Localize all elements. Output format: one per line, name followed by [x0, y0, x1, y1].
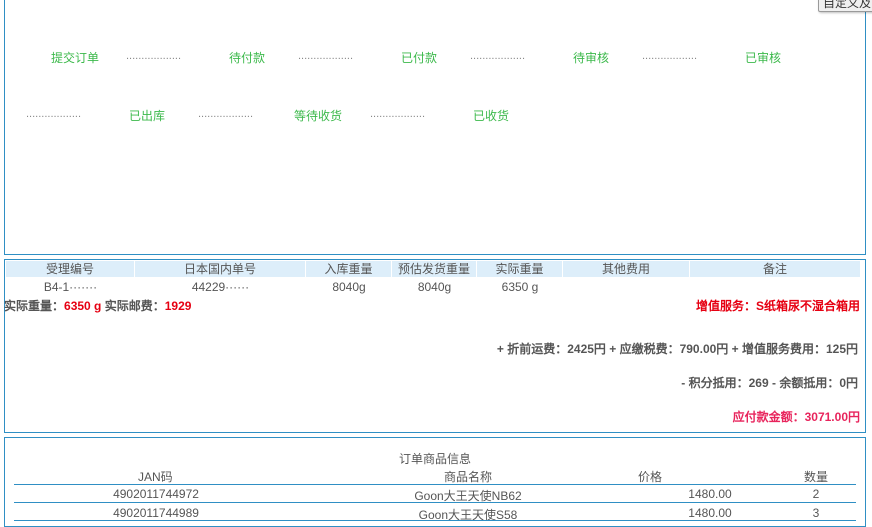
goods-qty: 3 [812, 506, 820, 520]
step-paid: 已付款 [401, 51, 438, 65]
cell-other-fees [563, 279, 690, 295]
goods-jan: 4902011744972 [113, 487, 199, 501]
goods-jan: 4902011744989 [113, 506, 199, 520]
step-received: 已收货 [473, 109, 510, 123]
goods-divider [14, 520, 856, 521]
payable-amount: 应付款金额：3071.00円 [732, 410, 860, 424]
step-separator: .................. [642, 50, 698, 62]
goods-title: 订单商品信息 [398, 452, 471, 466]
cell-estimated-weight: 8040g [417, 280, 452, 294]
goods-price: 1480.00 [688, 506, 732, 520]
cell-japan-tracking-no: 44229······ [191, 280, 250, 294]
cell-acceptance-no: B4-1······· [43, 280, 98, 294]
col-header-actual-weight: 实际重量 [477, 261, 563, 277]
actual-weight-postage: 实际重量：6350 g 实际邮费：1929 [4, 297, 191, 314]
actual-postage-value: 1929 [164, 299, 192, 313]
step-awaiting-receipt: 等待收货 [294, 109, 343, 123]
cell-actual-weight: 6350 g [501, 280, 539, 294]
step-separator: .................. [198, 108, 254, 120]
step-separator: .................. [470, 50, 526, 62]
custom-tooltip: 自定义及 [818, 0, 872, 12]
step-separator: .................. [370, 108, 426, 120]
step-separator: .................. [298, 50, 354, 62]
value-added-service: 增值服务：S纸箱尿不湿合箱用 [695, 299, 860, 313]
col-header-japan-tracking-no: 日本国内单号 [135, 261, 306, 277]
cell-inbound-weight: 8040g [332, 280, 366, 294]
goods-divider [14, 502, 856, 503]
step-shipped-out: 已出库 [129, 109, 166, 123]
col-header-estimated-weight: 预估发货重量 [392, 261, 477, 277]
goods-header-price: 价格 [638, 470, 663, 484]
goods-divider [14, 484, 856, 485]
order-status-panel [4, 0, 866, 255]
step-separator: .................. [26, 108, 82, 120]
col-header-remarks: 备注 [762, 262, 787, 276]
goods-header-name: 商品名称 [444, 470, 493, 484]
deduction-breakdown: - 积分抵用：269 - 余额抵用：0円 [681, 376, 858, 390]
actual-weight-value: 6350 g [64, 299, 102, 313]
actual-postage-label: 实际邮费： [104, 299, 165, 313]
goods-header-jan: JAN码 [138, 470, 173, 484]
goods-price: 1480.00 [688, 487, 732, 501]
col-header-inbound-weight: 入库重量 [306, 261, 392, 277]
cell-remarks [690, 279, 860, 295]
col-header-other-fees: 其他费用 [563, 261, 690, 277]
fee-breakdown: + 折前运费：2425円 + 应缴税费：790.00円 + 增值服务费用：125… [496, 342, 858, 356]
step-pending-payment: 待付款 [229, 51, 266, 65]
col-header-acceptance-no: 受理编号 [6, 261, 135, 277]
step-separator: .................. [126, 50, 182, 62]
actual-weight-label: 实际重量： [4, 299, 65, 313]
step-pending-review: 待审核 [573, 51, 610, 65]
goods-qty: 2 [812, 487, 820, 501]
goods-header-qty: 数量 [804, 470, 829, 484]
step-submit-order: 提交订单 [51, 51, 100, 65]
step-reviewed: 已审核 [745, 51, 782, 65]
